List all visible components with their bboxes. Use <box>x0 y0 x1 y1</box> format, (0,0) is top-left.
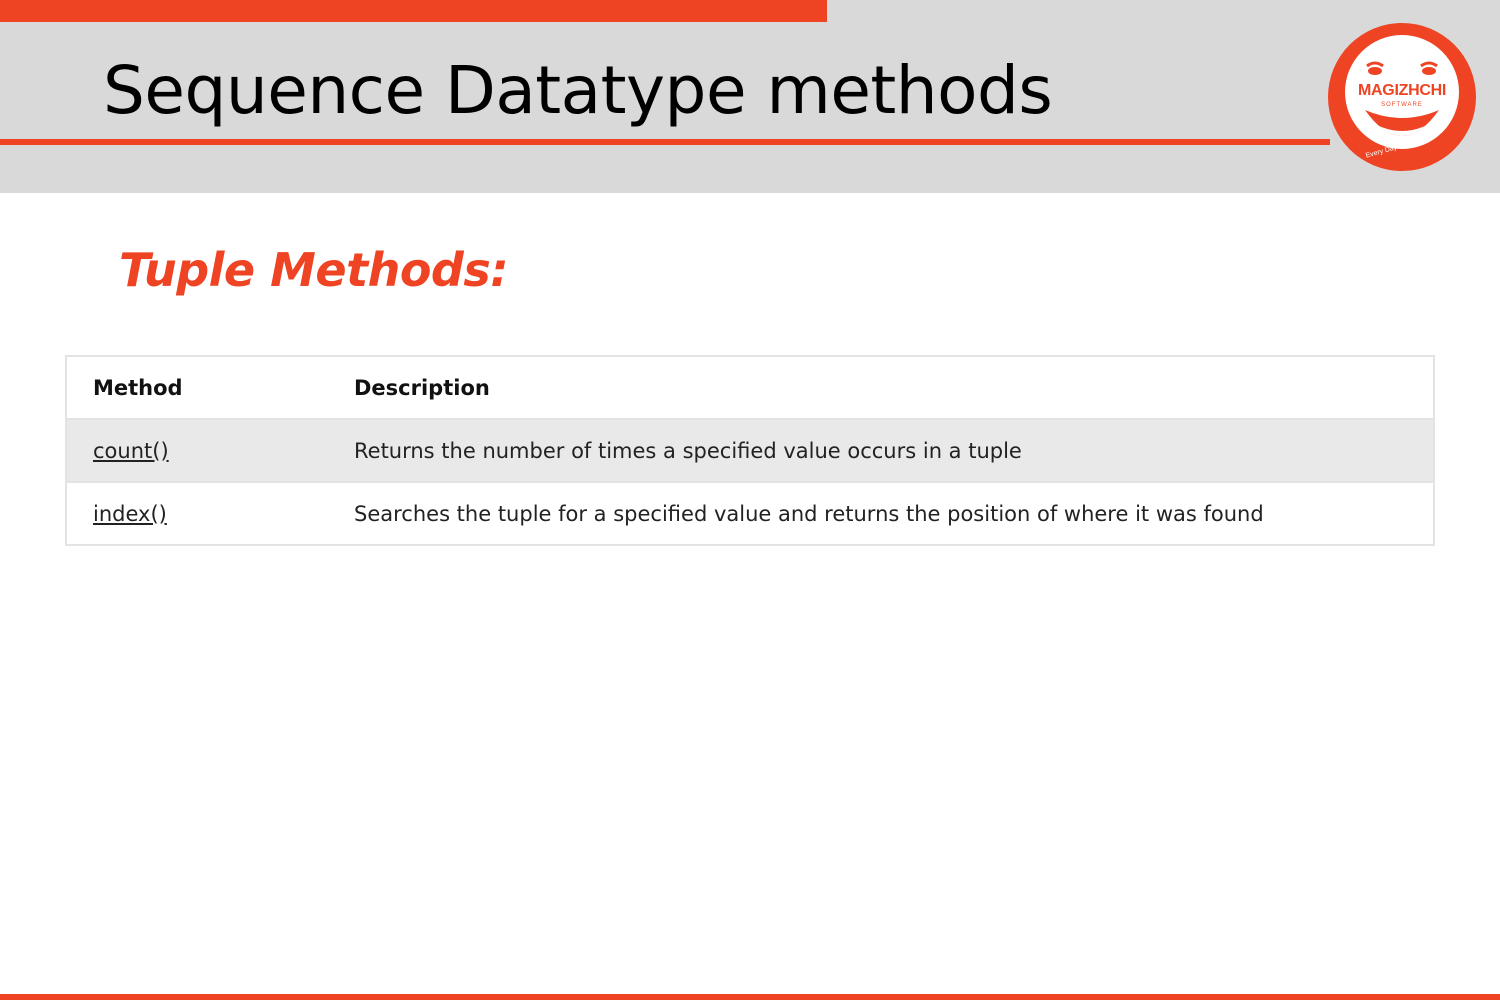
logo-sub-text: SOFTWARE <box>1381 102 1423 108</box>
title-underline <box>0 139 1330 145</box>
top-accent-bar <box>0 0 827 22</box>
table-header-row: Method Description <box>66 356 1434 420</box>
column-header-description: Description <box>354 356 1434 420</box>
count-method-link[interactable]: count() <box>93 439 169 463</box>
index-method-link[interactable]: index() <box>93 502 167 526</box>
bottom-accent-rule <box>0 994 1500 1000</box>
tuple-methods-table: Method Description count() Returns the n… <box>65 355 1435 546</box>
slide-title: Sequence Datatype methods <box>103 52 1053 129</box>
method-cell: count() <box>66 419 354 482</box>
company-logo: MAGIZHCHI SOFTWARE Every Day Happy Day <box>1327 22 1477 172</box>
description-cell: Searches the tuple for a specified value… <box>354 481 1434 545</box>
table-row: index() Searches the tuple for a specifi… <box>66 481 1434 545</box>
section-heading: Tuple Methods: <box>119 243 509 297</box>
method-cell: index() <box>66 481 354 545</box>
column-header-method: Method <box>66 356 354 420</box>
description-cell: Returns the number of times a specified … <box>354 419 1434 482</box>
table-row: count() Returns the number of times a sp… <box>66 419 1434 482</box>
logo-brand-text: MAGIZHCHI <box>1358 82 1446 99</box>
